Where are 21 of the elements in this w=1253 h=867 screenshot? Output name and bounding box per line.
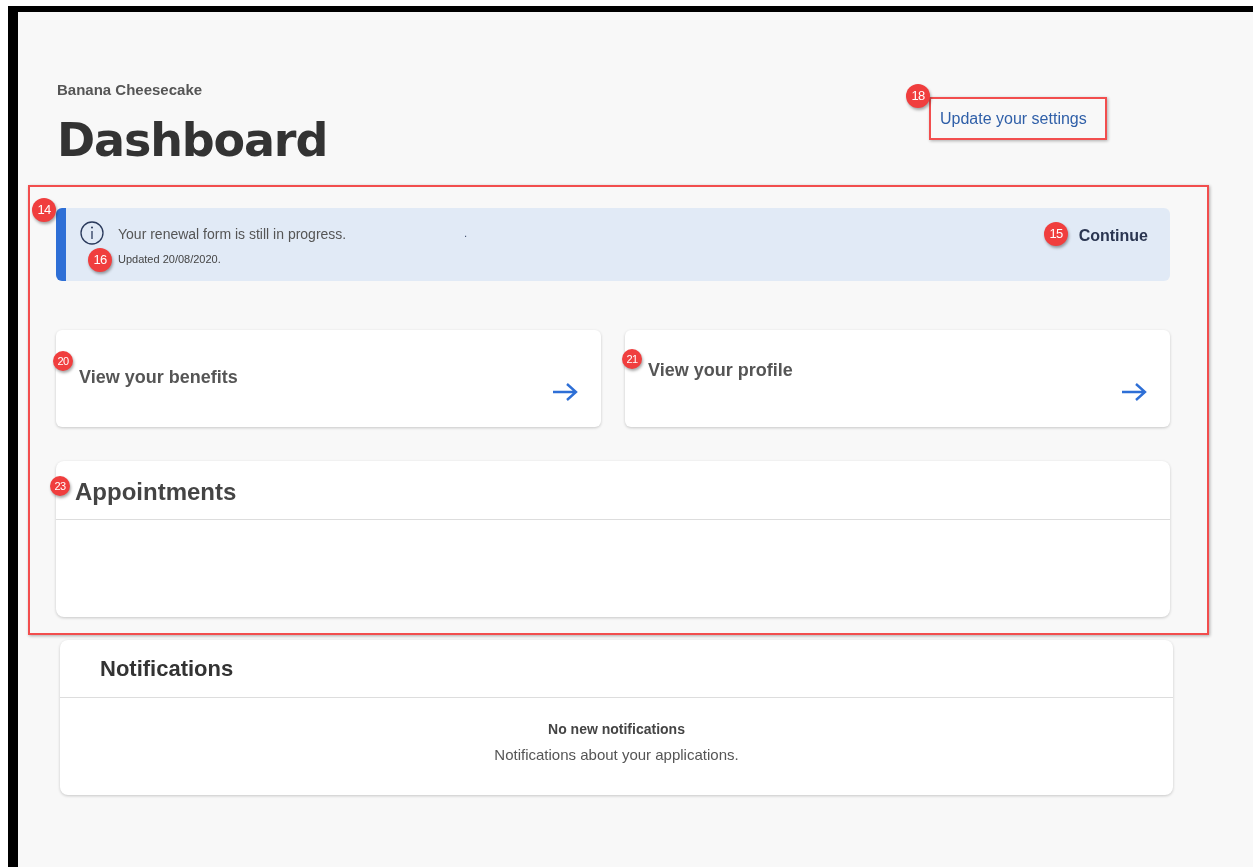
banner-mark: .	[464, 227, 468, 241]
card-title: View your profile	[648, 359, 793, 382]
annotation-badge: 21	[622, 349, 642, 369]
arrow-right-icon	[1121, 382, 1147, 402]
account-name: Banana Cheesecake	[57, 80, 203, 100]
settings-link[interactable]: Update your settings	[940, 107, 1087, 131]
updated-date: Updated 20/08/2020.	[118, 252, 222, 267]
annotation-badge: 23	[50, 476, 70, 496]
empty-title: No new notifications	[548, 720, 685, 739]
arrow-right-icon	[552, 382, 578, 402]
notifications-heading: Notifications	[100, 655, 235, 683]
annotation-badge: 14	[32, 198, 56, 222]
annotation-badge: 18	[906, 84, 930, 108]
annotation-badge: 20	[53, 351, 73, 371]
empty-text: Notifications about your applications.	[494, 745, 739, 765]
appointments-heading: Appointments	[75, 477, 238, 507]
continue-link[interactable]: Continue	[1078, 224, 1148, 248]
page-title: Dashboard	[57, 112, 328, 169]
info-icon	[80, 221, 104, 245]
card-title: View your benefits	[79, 366, 238, 389]
banner-message: Your renewal form is still in progress.	[118, 226, 347, 242]
